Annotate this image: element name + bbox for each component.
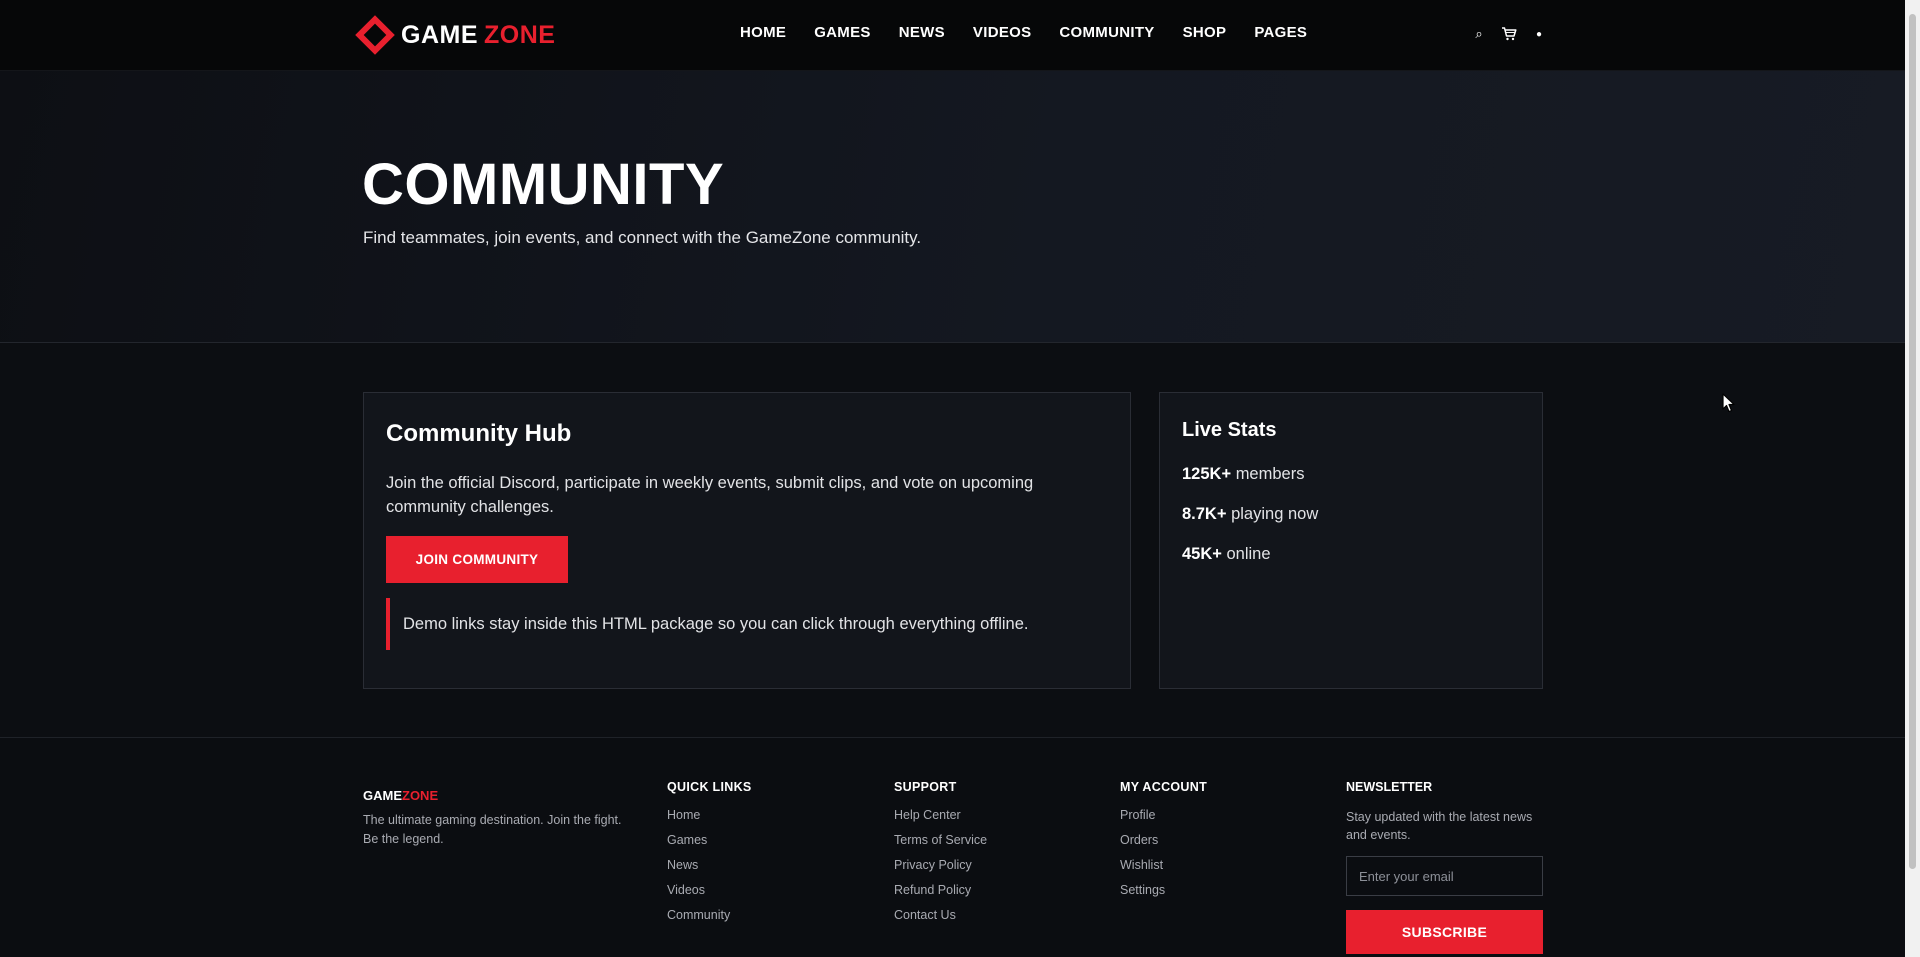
footer-brand: GAMEZONE (363, 788, 438, 803)
offline-note: Demo links stay inside this HTML package… (386, 598, 1106, 650)
footer-my-account: MY ACCOUNT Profile Orders Wishlist Setti… (1120, 780, 1207, 908)
nav-community[interactable]: COMMUNITY (1059, 24, 1154, 41)
nav-games[interactable]: GAMES (814, 24, 871, 41)
subscribe-button[interactable]: SUBSCRIBE (1346, 910, 1543, 954)
hub-title: Community Hub (386, 420, 572, 447)
stat-playing-now: 8.7K+ playing now (1182, 505, 1318, 524)
site-footer: GAMEZONE The ultimate gaming destination… (0, 737, 1905, 957)
hub-description: Join the official Discord, participate i… (386, 474, 1034, 516)
footer-brand-part1: GAME (363, 788, 402, 803)
scrollbar-thumb[interactable] (1909, 14, 1916, 869)
newsletter-email-input[interactable] (1346, 856, 1543, 896)
brand-name-part1: GAME (401, 20, 478, 49)
stat-label: playing now (1231, 505, 1319, 523)
footer-link-refund[interactable]: Refund Policy (894, 883, 987, 898)
mouse-cursor-icon (1722, 393, 1736, 418)
footer-brand-part2: ZONE (402, 788, 439, 803)
footer-link-help-center[interactable]: Help Center (894, 808, 987, 823)
header-tools: ⌕ ● (1470, 24, 1560, 44)
footer-column-title: MY ACCOUNT (1120, 780, 1208, 794)
footer-link-terms[interactable]: Terms of Service (894, 833, 987, 848)
footer-newsletter: NEWSLETTER Stay updated with the latest … (1346, 780, 1543, 954)
footer-link-privacy[interactable]: Privacy Policy (894, 858, 987, 873)
footer-link-home[interactable]: Home (667, 808, 752, 823)
footer-link-news[interactable]: News (667, 858, 752, 873)
search-icon[interactable]: ⌕ (1470, 24, 1488, 44)
newsletter-text: Stay updated with the latest news and ev… (1346, 810, 1533, 842)
brand-logo[interactable]: GAME ZONE (355, 15, 555, 55)
stat-value: 8.7K+ (1182, 505, 1227, 523)
footer-link-profile[interactable]: Profile (1120, 808, 1207, 823)
footer-about: The ultimate gaming destination. Join th… (363, 813, 622, 846)
stat-online: 45K+ online (1182, 545, 1271, 564)
top-navbar: GAME ZONE HOME GAMES NEWS VIDEOS COMMUNIT… (0, 0, 1905, 71)
nav-videos[interactable]: VIDEOS (973, 24, 1031, 41)
cart-icon[interactable] (1500, 24, 1518, 44)
page-title: COMMUNITY (362, 152, 725, 217)
brand-wordmark: GAME ZONE (401, 21, 555, 50)
community-hub-card: Community Hub Join the official Discord,… (363, 392, 1131, 689)
nav-news[interactable]: NEWS (899, 24, 945, 41)
footer-link-videos[interactable]: Videos (667, 883, 752, 898)
stat-members: 125K+ members (1182, 465, 1304, 484)
stats-title: Live Stats (1182, 419, 1277, 441)
page-hero: COMMUNITY Find teammates, join events, a… (0, 71, 1905, 343)
diamond-logo-icon (355, 15, 395, 55)
profile-icon[interactable]: ● (1530, 24, 1548, 44)
footer-link-contact[interactable]: Contact Us (894, 908, 987, 923)
footer-link-games[interactable]: Games (667, 833, 752, 848)
page-subtitle: Find teammates, join events, and connect… (363, 228, 922, 247)
nav-shop[interactable]: SHOP (1183, 24, 1227, 41)
stat-value: 45K+ (1182, 545, 1222, 563)
main-nav: HOME GAMES NEWS VIDEOS COMMUNITY SHOP PA… (740, 24, 1335, 41)
footer-support: SUPPORT Help Center Terms of Service Pri… (894, 780, 987, 933)
nav-home[interactable]: HOME (740, 24, 786, 41)
footer-link-orders[interactable]: Orders (1120, 833, 1207, 848)
stat-label: online (1226, 545, 1271, 563)
footer-link-settings[interactable]: Settings (1120, 883, 1207, 898)
footer-column-title: QUICK LINKS (667, 780, 752, 794)
stat-value: 125K+ (1182, 465, 1232, 483)
brand-name-part2: ZONE (484, 20, 556, 49)
join-community-button[interactable]: JOIN COMMUNITY (386, 536, 568, 583)
footer-link-community[interactable]: Community (667, 908, 752, 923)
live-stats-card: Live Stats 125K+ members 8.7K+ playing n… (1159, 392, 1543, 689)
footer-column-title: SUPPORT (894, 780, 957, 794)
footer-link-wishlist[interactable]: Wishlist (1120, 858, 1207, 873)
stat-label: members (1235, 465, 1305, 483)
nav-pages[interactable]: PAGES (1254, 24, 1307, 41)
page-scrollbar[interactable] (1905, 0, 1920, 957)
footer-quick-links: QUICK LINKS Home Games News Videos Commu… (667, 780, 752, 933)
newsletter-title: NEWSLETTER (1346, 780, 1433, 794)
